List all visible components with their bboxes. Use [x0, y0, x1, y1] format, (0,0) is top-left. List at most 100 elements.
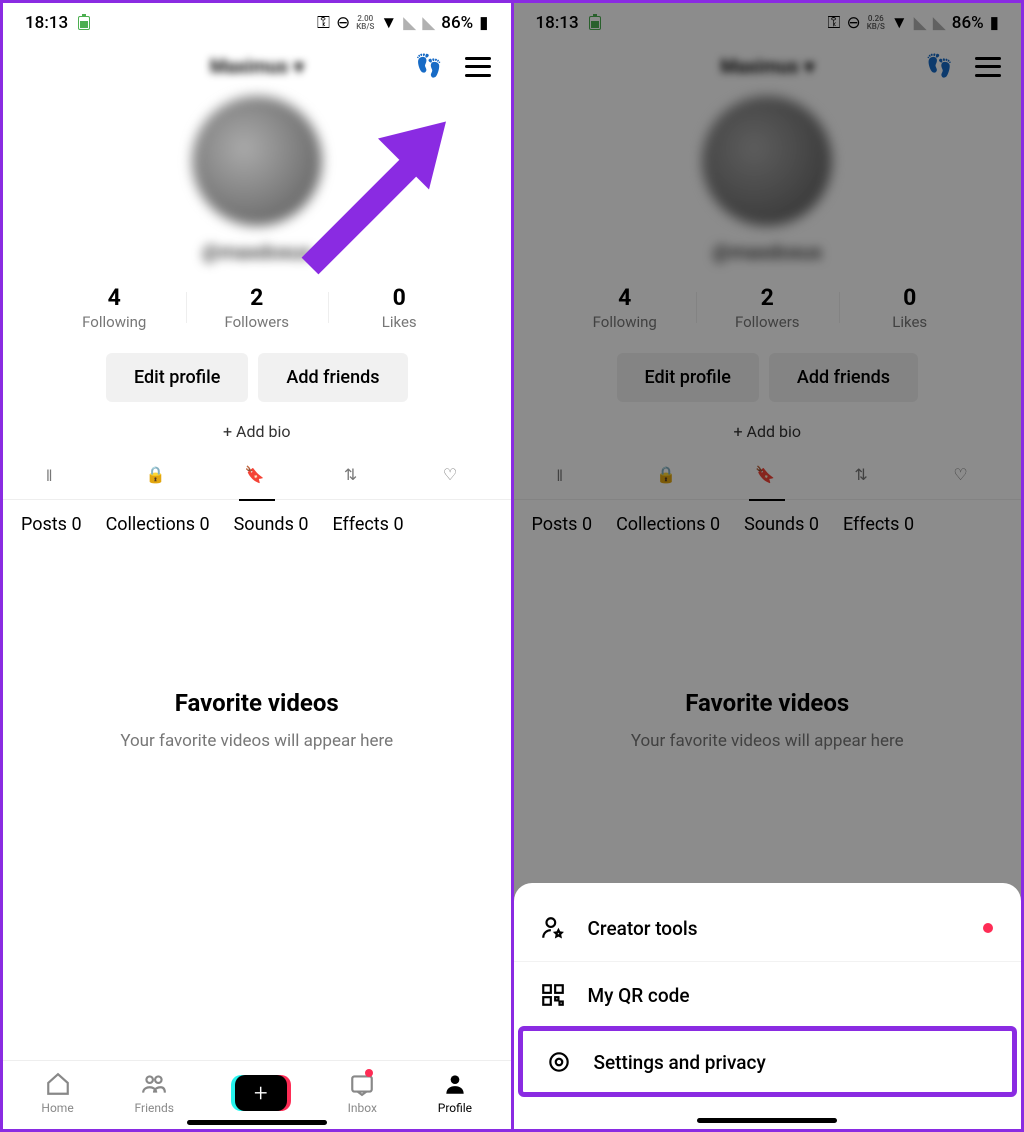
home-indicator [187, 1120, 327, 1125]
key-icon: ⚿ [317, 13, 330, 33]
profile-handle: @maxdoxus [514, 240, 1022, 264]
battery-icon: ▮ [479, 13, 488, 33]
bookmark-tab-icon[interactable]: 🔖 [245, 465, 269, 489]
chevron-down-icon: ▾ [805, 55, 815, 78]
stat-followers[interactable]: 2 Followers [696, 284, 839, 331]
network-speed: 2.00KB/S [356, 15, 374, 31]
repost-tab-icon[interactable]: ⇅ [344, 465, 368, 489]
battery-percent: 86% [441, 13, 473, 33]
repost-tab-icon[interactable]: ⇅ [854, 465, 878, 489]
qr-code-icon [540, 982, 566, 1008]
menu-qr-code[interactable]: My QR code [514, 961, 1022, 1028]
battery-charging-icon [589, 16, 601, 30]
sim-icon-2: ◣ [422, 13, 435, 33]
battery-percent: 86% [952, 13, 984, 33]
home-icon [45, 1071, 71, 1097]
sub-tab-sounds[interactable]: Sounds 0 [234, 514, 309, 535]
profile-top-bar: Maximus ▾ 👣 [3, 37, 511, 86]
empty-state: Favorite videos Your favorite videos wil… [514, 549, 1022, 891]
footprints-icon[interactable]: 👣 [415, 54, 442, 79]
person-star-icon [540, 915, 566, 941]
profile-handle: @maxdoxus [3, 240, 511, 264]
profile-actions: Edit profile Add friends [3, 347, 511, 408]
add-friends-button[interactable]: Add friends [258, 353, 407, 402]
gear-icon [546, 1049, 572, 1075]
empty-title: Favorite videos [43, 689, 471, 717]
sub-tabs: Posts 0 Collections 0 Sounds 0 Effects 0 [514, 500, 1022, 549]
wifi-icon: ▼ [891, 13, 908, 33]
stat-likes[interactable]: 0 Likes [839, 284, 982, 331]
stat-likes[interactable]: 0 Likes [328, 284, 471, 331]
sub-tab-posts[interactable]: Posts 0 [532, 514, 593, 535]
footprints-icon[interactable]: 👣 [926, 54, 953, 79]
bottom-nav: Home Friends + Inbox Profile [3, 1060, 511, 1129]
add-bio-button[interactable]: + Add bio [514, 422, 1022, 441]
battery-icon: ▮ [990, 13, 999, 33]
stat-following[interactable]: 4 Following [43, 284, 186, 331]
grid-tab-icon[interactable]: 𝍪 [557, 465, 581, 489]
stat-following[interactable]: 4 Following [554, 284, 697, 331]
empty-title: Favorite videos [554, 689, 982, 717]
add-bio-button[interactable]: + Add bio [3, 422, 511, 441]
profile-stats: 4 Following 2 Followers 0 Likes [514, 268, 1022, 347]
empty-state: Favorite videos Your favorite videos wil… [3, 549, 511, 891]
bookmark-tab-icon[interactable]: 🔖 [755, 465, 779, 489]
sim-icon-2: ◣ [933, 13, 946, 33]
content-tab-icons: 𝍪 🔒 🔖 ⇅ ♡ [3, 455, 511, 500]
sub-tab-collections[interactable]: Collections 0 [106, 514, 210, 535]
key-icon: ⚿ [828, 13, 841, 33]
notification-dot-icon [365, 1069, 373, 1077]
sub-tab-sounds[interactable]: Sounds 0 [744, 514, 819, 535]
avatar[interactable] [702, 96, 832, 226]
username-switcher[interactable]: Maximus ▾ [720, 55, 814, 78]
menu-button[interactable] [975, 57, 1001, 77]
sim-icon: ◣ [403, 13, 416, 33]
status-time: 18:13 [536, 13, 579, 33]
status-bar: 18:13 ⚿ ⊖ 2.00KB/S ▼ ◣ ◣ 86% ▮ [3, 3, 511, 37]
stat-followers[interactable]: 2 Followers [186, 284, 329, 331]
heart-tab-icon[interactable]: ♡ [953, 465, 977, 489]
menu-bottom-sheet: Creator tools My QR code Settings and pr… [514, 883, 1022, 1129]
nav-home[interactable]: Home [41, 1071, 73, 1115]
sub-tab-effects[interactable]: Effects 0 [332, 514, 403, 535]
sub-tab-collections[interactable]: Collections 0 [616, 514, 720, 535]
edit-profile-button[interactable]: Edit profile [106, 353, 248, 402]
nav-inbox[interactable]: Inbox [348, 1071, 377, 1115]
create-button[interactable]: + [235, 1075, 287, 1111]
avatar-section: @maxdoxus [514, 86, 1022, 268]
sim-icon: ◣ [914, 13, 927, 33]
friends-icon [141, 1071, 167, 1097]
nav-profile[interactable]: Profile [438, 1071, 472, 1115]
content-tab-icons: 𝍪 🔒 🔖 ⇅ ♡ [514, 455, 1022, 500]
edit-profile-button[interactable]: Edit profile [617, 353, 759, 402]
sub-tab-effects[interactable]: Effects 0 [843, 514, 914, 535]
avatar[interactable] [192, 96, 322, 226]
sub-tabs: Posts 0 Collections 0 Sounds 0 Effects 0 [3, 500, 511, 549]
avatar-section: @maxdoxus [3, 86, 511, 268]
profile-icon [442, 1071, 468, 1097]
menu-button[interactable] [465, 57, 491, 77]
sub-tab-posts[interactable]: Posts 0 [21, 514, 82, 535]
status-bar: 18:13 ⚿ ⊖ 0.26KB/S ▼ ◣ ◣ 86% ▮ [514, 3, 1022, 37]
do-not-disturb-icon: ⊖ [846, 13, 860, 33]
lock-tab-icon[interactable]: 🔒 [656, 465, 680, 489]
do-not-disturb-icon: ⊖ [336, 13, 350, 33]
wifi-icon: ▼ [380, 13, 397, 33]
lock-tab-icon[interactable]: 🔒 [146, 465, 170, 489]
screen-profile: 18:13 ⚿ ⊖ 2.00KB/S ▼ ◣ ◣ 86% ▮ Maximus ▾… [3, 3, 511, 1129]
chevron-down-icon: ▾ [294, 55, 304, 78]
add-friends-button[interactable]: Add friends [769, 353, 918, 402]
username-switcher[interactable]: Maximus ▾ [210, 55, 304, 78]
nav-friends[interactable]: Friends [135, 1071, 174, 1115]
status-time: 18:13 [25, 13, 68, 33]
battery-charging-icon [78, 16, 90, 30]
profile-stats: 4 Following 2 Followers 0 Likes [3, 268, 511, 347]
heart-tab-icon[interactable]: ♡ [443, 465, 467, 489]
grid-tab-icon[interactable]: 𝍪 [47, 465, 71, 489]
menu-settings-privacy[interactable]: Settings and privacy [520, 1028, 1016, 1095]
home-indicator [697, 1118, 837, 1123]
empty-subtitle: Your favorite videos will appear here [43, 731, 471, 751]
network-speed: 0.26KB/S [867, 15, 885, 31]
menu-creator-tools[interactable]: Creator tools [514, 895, 1022, 961]
profile-actions: Edit profile Add friends [514, 347, 1022, 408]
